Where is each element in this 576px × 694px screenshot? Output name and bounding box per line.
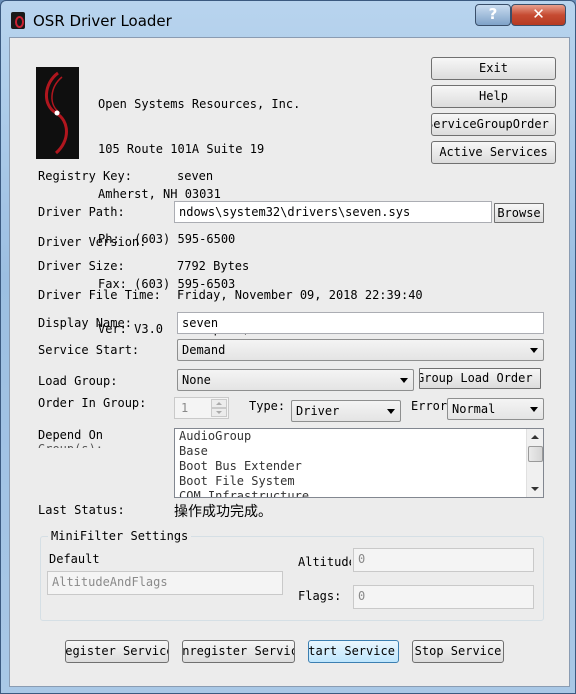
group-load-order-button[interactable]: Group Load Order [419, 368, 541, 389]
driver-file-time-value: Friday, November 09, 2018 22:39:40 [177, 288, 423, 302]
depend-on-label-2: Group(s): [38, 442, 103, 448]
driver-file-time-label: Driver File Time: [38, 288, 161, 302]
order-in-group-label: Order In Group: [38, 396, 147, 410]
scroll-down-icon[interactable] [527, 481, 543, 497]
display-name-label: Display Name: [38, 316, 132, 330]
minifilter-settings-title: MiniFilter Settings [48, 529, 192, 543]
altitude-input[interactable]: 0 [353, 548, 534, 572]
load-group-label: Load Group: [38, 374, 118, 388]
scroll-up-icon[interactable] [527, 429, 543, 445]
osr-driver-loader-window: OSR Driver Loader ? ✕ Open Systems Resou… [0, 0, 576, 694]
chevron-down-icon [400, 378, 408, 383]
depend-on-group-list[interactable]: AudioGroup Base Boot Bus Extender Boot F… [174, 428, 544, 498]
title-help-button[interactable]: ? [475, 4, 511, 26]
register-service-button[interactable]: Register Service [65, 640, 169, 663]
error-control-value: Normal [452, 402, 496, 416]
default-input[interactable]: AltitudeAndFlags [47, 571, 283, 595]
window-title: OSR Driver Loader [33, 12, 172, 30]
spin-down-icon[interactable] [211, 408, 227, 417]
load-group-value: None [182, 373, 211, 387]
title-bar[interactable]: OSR Driver Loader ? ✕ [1, 1, 575, 37]
list-item[interactable]: Base [175, 444, 543, 459]
last-status-label: Last Status: [38, 503, 125, 517]
list-item[interactable]: COM Infrastructure [175, 489, 543, 497]
altitude-label: Altitude [298, 555, 351, 569]
display-name-input[interactable]: seven [177, 312, 544, 334]
start-service-button[interactable]: Start Service [308, 640, 399, 663]
default-label: Default [49, 552, 100, 566]
last-status-value: 操作成功完成。 [174, 504, 272, 520]
order-in-group-value: 1 [181, 401, 189, 415]
list-item[interactable]: AudioGroup [175, 429, 543, 444]
error-label: Error [411, 399, 447, 413]
type-value: Driver [296, 404, 340, 418]
flags-input[interactable]: 0 [353, 585, 534, 609]
chevron-down-icon [530, 348, 538, 353]
order-in-group-stepper[interactable]: 1 [174, 397, 229, 419]
flags-label: Flags: [298, 589, 342, 603]
list-scrollbar[interactable] [526, 429, 543, 497]
service-start-value: Demand [182, 343, 226, 357]
help-button[interactable]: Help [431, 85, 556, 108]
error-control-dropdown[interactable]: Normal [447, 398, 544, 420]
chevron-down-icon [387, 409, 395, 414]
close-button[interactable]: ✕ [511, 4, 566, 26]
service-group-order-button[interactable]: ServiceGroupOrder [431, 113, 556, 136]
spin-up-icon[interactable] [211, 399, 227, 408]
service-start-dropdown[interactable]: Demand [177, 339, 544, 361]
list-item[interactable]: Boot Bus Extender [175, 459, 543, 474]
type-label: Type: [249, 399, 286, 413]
stop-service-button[interactable]: Stop Service [412, 640, 504, 663]
chevron-down-icon [530, 407, 538, 412]
company-name: Open Systems Resources, Inc. [98, 97, 301, 111]
type-dropdown[interactable]: Driver [291, 400, 401, 422]
service-start-label: Service Start: [38, 343, 140, 357]
exit-button[interactable]: Exit [431, 57, 556, 80]
driver-size-value: 7792 Bytes [177, 259, 250, 273]
company-city-line: Amherst, NH 03031 [98, 187, 221, 201]
company-address-line: 105 Route 101A Suite 19 [98, 142, 265, 156]
list-item[interactable]: Boot File System [175, 474, 543, 489]
driver-path-input[interactable]: ndows\system32\drivers\seven.sys [174, 201, 492, 223]
driver-path-label: Driver Path: [38, 205, 125, 219]
load-group-dropdown[interactable]: None [177, 369, 414, 391]
driver-version-label: Driver Version: [38, 235, 147, 249]
registry-key-value: seven [177, 169, 214, 183]
browse-button[interactable]: Browse [494, 203, 544, 223]
osr-logo [36, 67, 79, 159]
app-icon [11, 12, 25, 29]
depend-on-label: Depend On [38, 428, 104, 442]
active-services-button[interactable]: Active Services [431, 141, 556, 164]
driver-size-label: Driver Size: [38, 259, 125, 273]
scroll-thumb[interactable] [528, 446, 543, 462]
registry-key-label: Registry Key: [38, 169, 132, 183]
dialog-client-area: Open Systems Resources, Inc. 105 Route 1… [9, 37, 570, 687]
unregister-service-button[interactable]: Unregister Service [182, 640, 295, 663]
